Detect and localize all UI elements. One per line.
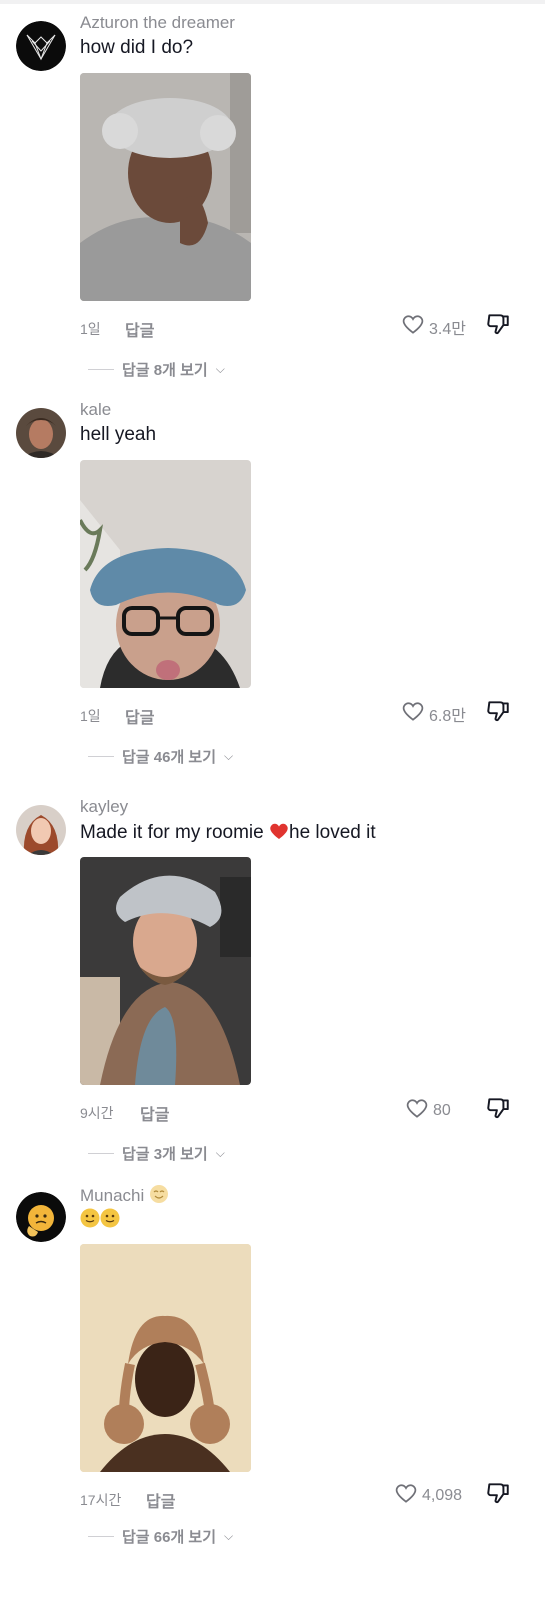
- username[interactable]: kale: [80, 400, 111, 420]
- divider-line: [88, 756, 114, 757]
- divider-line: [88, 1536, 114, 1537]
- reply-button[interactable]: 답글: [140, 1101, 169, 1125]
- thumbs-down-icon: [487, 1098, 509, 1119]
- comment-text: how did I do?: [80, 37, 194, 58]
- comment-text: [80, 1208, 120, 1231]
- dislike-button[interactable]: [485, 1480, 511, 1506]
- comment-time: 9시간: [80, 1105, 114, 1121]
- heart-outline-icon: [393, 1480, 419, 1511]
- divider-line: [88, 369, 114, 370]
- like-button[interactable]: 4,098: [393, 1480, 462, 1511]
- comment-text-part: Made it for my roomie: [80, 822, 269, 843]
- comment-item: Munachi 17시간 답글 4,098 답글 66개 보기 ⌵: [0, 1185, 545, 1562]
- divider-line: [88, 1153, 114, 1154]
- chevron-down-icon: ⌵: [215, 362, 225, 376]
- view-replies-button[interactable]: 답글 46개 보기 ⌵: [88, 746, 233, 767]
- comment-photo[interactable]: [80, 857, 251, 1085]
- dislike-button[interactable]: [485, 1095, 511, 1121]
- username-text: Munachi: [80, 1186, 145, 1205]
- like-count: 80: [433, 1101, 451, 1119]
- view-replies-button[interactable]: 답글 66개 보기 ⌵: [88, 1526, 233, 1547]
- reply-button[interactable]: 답글: [125, 704, 154, 728]
- view-replies-label: 답글 8개 보기: [122, 362, 208, 379]
- emoji-avatar: [16, 1192, 66, 1242]
- thumbs-down-icon: [487, 1483, 509, 1504]
- comment-text-part: he loved it: [289, 822, 376, 843]
- comment-photo[interactable]: [80, 73, 251, 301]
- red-heart-icon: [269, 821, 289, 841]
- heart-outline-icon: [400, 311, 426, 342]
- like-button[interactable]: 3.4만: [400, 311, 466, 342]
- username[interactable]: Azturon the dreamer: [80, 13, 235, 33]
- like-count: 4,098: [422, 1486, 463, 1504]
- slight-smile-icon: [80, 1208, 100, 1228]
- comment-text: hell yeah: [80, 424, 157, 445]
- heart-outline-icon: [404, 1095, 430, 1126]
- comment-item: kayley Made it for my roomie he loved it…: [0, 797, 545, 1165]
- comment-item: Azturon the dreamer how did I do? 1일 답글 …: [0, 13, 545, 381]
- view-replies-label: 답글 46개 보기: [122, 749, 217, 766]
- comment-photo[interactable]: [80, 460, 251, 688]
- avatar[interactable]: [16, 1192, 66, 1242]
- view-replies-button[interactable]: 답글 3개 보기 ⌵: [88, 1143, 225, 1164]
- user-avatar: [16, 805, 66, 855]
- thumbs-down-icon: [487, 701, 509, 722]
- chevron-down-icon: ⌵: [224, 749, 234, 763]
- chevron-down-icon: ⌵: [215, 1146, 225, 1160]
- view-replies-label: 답글 66개 보기: [122, 1529, 217, 1546]
- comment-photo[interactable]: [80, 1244, 251, 1472]
- thumbs-down-icon: [487, 314, 509, 335]
- dislike-button[interactable]: [485, 311, 511, 337]
- comment-time: 1일: [80, 321, 101, 337]
- dislike-button[interactable]: [485, 698, 511, 724]
- avatar[interactable]: [16, 408, 66, 458]
- username[interactable]: kayley: [80, 797, 128, 817]
- comment-time: 17시간: [80, 1492, 122, 1508]
- reply-button[interactable]: 답글: [146, 1488, 175, 1512]
- like-count: 6.8만: [429, 707, 466, 725]
- like-count: 3.4만: [429, 320, 466, 338]
- comment-item: kale hell yeah 1일 답글 6.8만 답글 46개 보기 ⌵: [0, 400, 545, 768]
- comment-text: Made it for my roomie he loved it: [80, 821, 376, 844]
- reply-button[interactable]: 답글: [125, 317, 154, 341]
- chevron-down-icon: ⌵: [224, 1529, 234, 1543]
- relieved-face-icon: [149, 1184, 168, 1203]
- heart-outline-icon: [400, 698, 426, 729]
- avatar[interactable]: [16, 21, 66, 71]
- username[interactable]: Munachi: [80, 1184, 168, 1206]
- like-button[interactable]: 6.8만: [400, 698, 466, 729]
- top-divider: [0, 0, 545, 4]
- slight-smile-icon: [100, 1208, 120, 1228]
- wolf-logo-icon: [16, 21, 66, 71]
- comment-time: 1일: [80, 708, 101, 724]
- avatar[interactable]: [16, 805, 66, 855]
- view-replies-label: 답글 3개 보기: [122, 1146, 208, 1163]
- like-button[interactable]: 80: [404, 1095, 451, 1126]
- view-replies-button[interactable]: 답글 8개 보기 ⌵: [88, 359, 225, 380]
- user-avatar: [16, 408, 66, 458]
